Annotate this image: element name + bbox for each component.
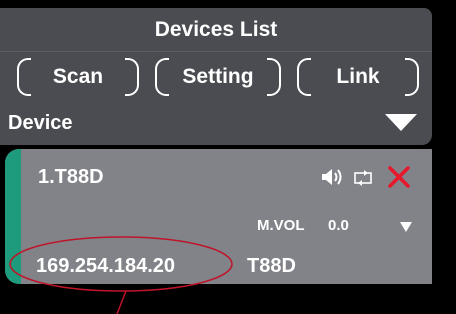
annotation-overlay (9, 236, 233, 314)
highlight-ellipse (9, 236, 233, 292)
annotation-pointer-line (116, 290, 127, 314)
